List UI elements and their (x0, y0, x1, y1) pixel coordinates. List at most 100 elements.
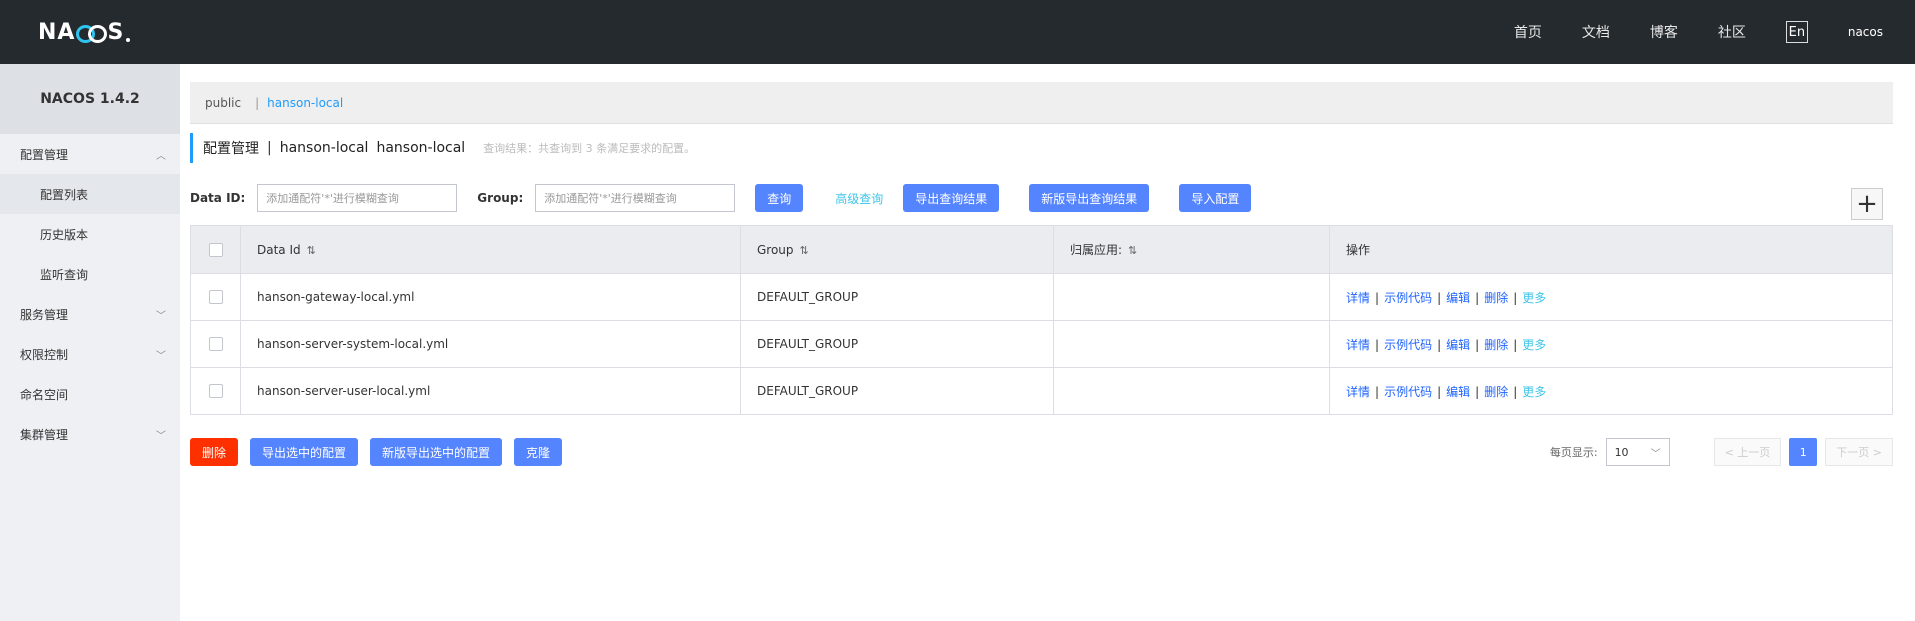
top-nav: 首页 文档 博客 社区 En nacos (1514, 0, 1915, 64)
header-data-id[interactable]: Data Id ⇅ (240, 225, 741, 274)
page-title-namespace-id: hanson-local (376, 140, 466, 156)
detail-link[interactable]: 详情 (1346, 338, 1370, 352)
sidebar-title: NACOS 1.4.2 (0, 64, 180, 134)
menu-cluster-management[interactable]: 集群管理 ﹀ (0, 414, 180, 454)
more-link[interactable]: 更多 (1522, 291, 1546, 305)
row-select-cell (190, 273, 241, 321)
menu-service-management[interactable]: 服务管理 ﹀ (0, 294, 180, 334)
menu-namespace[interactable]: 命名空间 (0, 374, 180, 414)
delete-link[interactable]: 删除 (1484, 338, 1508, 352)
cell-group: DEFAULT_GROUP (740, 273, 1054, 321)
header-group[interactable]: Group ⇅ (740, 225, 1054, 274)
next-page-button[interactable]: 下一页 > (1825, 438, 1893, 466)
page-size-label: 每页显示: (1549, 446, 1598, 459)
sort-icon[interactable]: ⇅ (1128, 244, 1137, 257)
chevron-down-icon: ﹀ (156, 430, 166, 442)
config-table: Data Id ⇅ Group ⇅ 归属应用: ⇅ 操作 hanson-gateway… (190, 225, 1893, 415)
nacos-logo[interactable]: NA S (38, 18, 131, 46)
page-number[interactable]: 1 (1789, 438, 1818, 466)
op-divider: | (1513, 337, 1518, 352)
table-header-row: Data Id ⇅ Group ⇅ 归属应用: ⇅ 操作 (190, 225, 1893, 274)
nav-home[interactable]: 首页 (1514, 22, 1542, 42)
page-title-main: 配置管理 (203, 141, 259, 157)
menu-config-management[interactable]: 配置管理 ︿ (0, 134, 180, 174)
data-id-input[interactable] (257, 184, 458, 212)
main-content: public | hanson-local 配置管理 | hanson-loca… (190, 82, 1893, 466)
user-name[interactable]: nacos (1848, 25, 1883, 39)
sample-code-link[interactable]: 示例代码 (1384, 338, 1432, 352)
menu-label: 命名空间 (20, 387, 69, 402)
op-divider: | (1437, 337, 1442, 352)
clone-button[interactable]: 克隆 (514, 438, 563, 466)
cell-data-id: hanson-server-system-local.yml (240, 320, 741, 368)
cell-data-id: hanson-server-user-local.yml (240, 367, 741, 415)
namespace-hanson-local[interactable]: hanson-local (267, 96, 343, 110)
row-select-cell (190, 367, 241, 415)
delete-selected-button[interactable]: 删除 (190, 438, 239, 466)
select-all-cell (190, 225, 241, 274)
language-switch[interactable]: En (1785, 21, 1808, 43)
select-all-checkbox[interactable] (208, 242, 223, 257)
more-link[interactable]: 更多 (1522, 385, 1546, 399)
logo-infinity-icon (76, 24, 108, 43)
sort-icon[interactable]: ⇅ (307, 244, 316, 257)
op-divider: | (1475, 384, 1480, 399)
header-app[interactable]: 归属应用: ⇅ (1053, 225, 1330, 274)
sample-code-link[interactable]: 示例代码 (1384, 291, 1432, 305)
search-row: Data ID: Group: 查询 高级查询 导出查询结果 新版导出查询结果 … (190, 183, 1893, 220)
edit-link[interactable]: 编辑 (1446, 385, 1470, 399)
sample-code-link[interactable]: 示例代码 (1384, 385, 1432, 399)
nav-docs[interactable]: 文档 (1582, 22, 1610, 42)
delete-link[interactable]: 删除 (1484, 291, 1508, 305)
edit-link[interactable]: 编辑 (1446, 291, 1470, 305)
new-export-selected-button[interactable]: 新版导出选中的配置 (370, 438, 503, 466)
row-checkbox[interactable] (208, 384, 223, 399)
namespace-public[interactable]: public (205, 96, 241, 110)
menu-config-list[interactable]: 配置列表 (0, 174, 180, 214)
query-button[interactable]: 查询 (755, 184, 804, 212)
top-nav-bar: NA S 首页 文档 博客 社区 En nacos (0, 0, 1915, 64)
menu-listener-query[interactable]: 监听查询 (0, 254, 180, 294)
sort-icon[interactable]: ⇅ (800, 244, 809, 257)
op-divider: | (1375, 337, 1380, 352)
new-export-results-button[interactable]: 新版导出查询结果 (1029, 184, 1150, 212)
chevron-down-icon: ﹀ (156, 350, 166, 362)
group-input[interactable] (535, 184, 736, 212)
header-label: Group (757, 242, 794, 257)
detail-link[interactable]: 详情 (1346, 291, 1370, 305)
advanced-query-button[interactable]: 高级查询 (835, 190, 883, 207)
prev-page-button[interactable]: < 上一页 (1713, 438, 1782, 466)
more-link[interactable]: 更多 (1522, 338, 1546, 352)
logo-dot (126, 38, 131, 42)
header-actions: 操作 (1329, 225, 1893, 274)
op-divider: | (1375, 290, 1380, 305)
table-row: hanson-server-user-local.yml DEFAULT_GRO… (190, 367, 1893, 415)
import-config-button[interactable]: 导入配置 (1179, 184, 1252, 212)
op-divider: | (1513, 384, 1518, 399)
menu-access-control[interactable]: 权限控制 ﹀ (0, 334, 180, 374)
page-size-select[interactable]: 10 ﹀ (1605, 438, 1670, 466)
nav-blog[interactable]: 博客 (1650, 22, 1678, 42)
logo-letters-na: NA (38, 19, 76, 45)
add-config-button[interactable]: + (1851, 188, 1883, 220)
op-divider: | (1513, 290, 1518, 305)
menu-history[interactable]: 历史版本 (0, 214, 180, 254)
page-title: 配置管理 | hanson-local hanson-local 查询结果：共查… (190, 133, 695, 163)
export-selected-button[interactable]: 导出选中的配置 (250, 438, 359, 466)
edit-link[interactable]: 编辑 (1446, 338, 1470, 352)
nav-community[interactable]: 社区 (1718, 22, 1746, 42)
header-label: Data Id (257, 242, 301, 257)
cell-actions: 详情 | 示例代码 | 编辑 | 删除 | 更多 (1329, 273, 1893, 321)
page-size-value: 10 (1614, 445, 1629, 459)
namespace-bar: public | hanson-local (190, 82, 1893, 124)
op-divider: | (1437, 384, 1442, 399)
delete-link[interactable]: 删除 (1484, 385, 1508, 399)
op-divider: | (1475, 290, 1480, 305)
detail-link[interactable]: 详情 (1346, 385, 1370, 399)
export-results-button[interactable]: 导出查询结果 (903, 184, 1000, 212)
row-checkbox[interactable] (208, 337, 223, 352)
cell-actions: 详情 | 示例代码 | 编辑 | 删除 | 更多 (1329, 320, 1893, 368)
row-checkbox[interactable] (208, 290, 223, 305)
menu-label: 集群管理 (20, 427, 69, 442)
chevron-down-icon: ﹀ (156, 310, 166, 322)
